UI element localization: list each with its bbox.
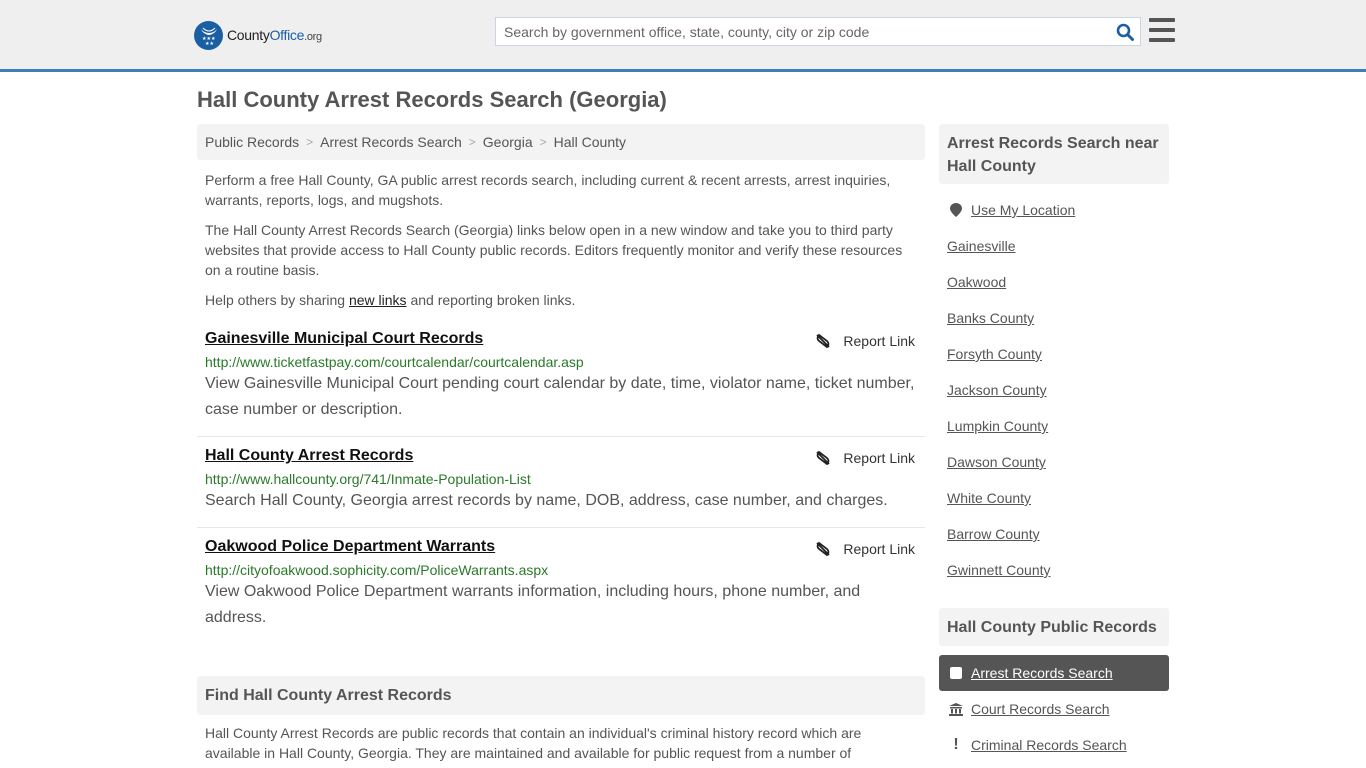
map-pin-icon (949, 203, 963, 217)
breadcrumb-georgia[interactable]: Georgia (483, 134, 533, 150)
nearby-link-white-county[interactable]: White County (947, 489, 1031, 507)
breadcrumb-separator: > (306, 135, 314, 149)
sidebar-item-label[interactable]: Arrest Records Search (971, 665, 1113, 681)
breadcrumb: Public Records > Arrest Records Search >… (197, 124, 925, 160)
result-title-link[interactable]: Gainesville Municipal Court Records (205, 330, 483, 348)
page-title: Hall County Arrest Records Search (Georg… (197, 87, 667, 112)
result-item: Gainesville Municipal Court Records Repo… (197, 330, 925, 437)
breadcrumb-public-records[interactable]: Public Records (205, 134, 299, 150)
report-link-button[interactable]: Report Link (815, 541, 915, 557)
breadcrumb-separator: > (539, 135, 547, 149)
report-link-button[interactable]: Report Link (815, 450, 915, 466)
result-description: Search Hall County, Georgia arrest recor… (205, 492, 888, 509)
search-icon (1116, 23, 1134, 41)
search-button[interactable] (1110, 18, 1140, 45)
menu-bar (1149, 28, 1175, 32)
result-item: Oakwood Police Department Warrants Repor… (197, 538, 925, 638)
nearby-heading: Arrest Records Search near Hall County (939, 124, 1169, 184)
search-bar (495, 17, 1141, 46)
use-my-location: Use My Location (939, 192, 1169, 228)
nearby-link-oakwood[interactable]: Oakwood (947, 273, 1006, 291)
exclamation-icon: ! (953, 736, 959, 753)
result-item: Hall County Arrest Records Report Link h… (197, 447, 925, 528)
nearby-link-jackson-county[interactable]: Jackson County (947, 381, 1047, 399)
sidebar-item-court-records-search[interactable]: Court Records Search (939, 691, 1169, 727)
sidebar-item-criminal-records-search[interactable]: ! Criminal Records Search (939, 727, 1169, 763)
menu-bar (1149, 38, 1175, 42)
new-links-link[interactable]: new links (349, 292, 407, 308)
disclaimer-paragraph: The Hall County Arrest Records Search (G… (205, 222, 903, 278)
result-url: http://cityofoakwood.sophicity.com/Polic… (205, 562, 549, 578)
sidebar-item-arrest-records-search[interactable]: Arrest Records Search (939, 655, 1169, 691)
find-records-heading: Find Hall County Arrest Records (197, 676, 925, 715)
svg-text:★★: ★★ (205, 41, 214, 46)
nearby-link-lumpkin-county[interactable]: Lumpkin County (947, 417, 1048, 435)
site-header: ★★★ ★★ CountyOffice.org (0, 0, 1366, 72)
nearby-link-gainesville[interactable]: Gainesville (947, 237, 1015, 255)
result-description: View Gainesville Municipal Court pending… (205, 375, 915, 418)
result-title-link[interactable]: Oakwood Police Department Warrants (205, 538, 495, 556)
broken-link-icon (816, 541, 831, 557)
report-link-button[interactable]: Report Link (815, 333, 915, 349)
public-records-heading: Hall County Public Records (939, 608, 1169, 646)
nearby-link-banks-county[interactable]: Banks County (947, 309, 1034, 327)
result-description: View Oakwood Police Department warrants … (205, 583, 861, 626)
nearby-link-forsyth-county[interactable]: Forsyth County (947, 345, 1042, 363)
breadcrumb-separator: > (468, 135, 476, 149)
breadcrumb-arrest-records-search[interactable]: Arrest Records Search (320, 134, 462, 150)
result-url: http://www.hallcounty.org/741/Inmate-Pop… (205, 471, 531, 487)
use-my-location-link[interactable]: Use My Location (971, 202, 1075, 218)
site-logo[interactable]: ★★★ ★★ CountyOffice.org (194, 20, 322, 50)
result-url: http://www.ticketfastpay.com/courtcalend… (205, 354, 584, 370)
hamburger-menu-button[interactable] (1149, 18, 1175, 42)
broken-link-icon (816, 450, 831, 466)
nearby-link-dawson-county[interactable]: Dawson County (947, 453, 1046, 471)
nearby-link-gwinnett-county[interactable]: Gwinnett County (947, 561, 1051, 579)
site-logo-text: CountyOffice.org (227, 27, 322, 43)
broken-link-icon (816, 333, 831, 349)
courthouse-icon (949, 702, 963, 716)
find-records-body: Hall County Arrest Records are public re… (205, 725, 862, 761)
eagle-logo-icon: ★★★ ★★ (194, 20, 223, 50)
result-title-link[interactable]: Hall County Arrest Records (205, 447, 413, 465)
intro-paragraph: Perform a free Hall County, GA public ar… (205, 172, 891, 208)
share-paragraph: Help others by sharing new links and rep… (205, 292, 576, 308)
square-icon (949, 667, 963, 679)
breadcrumb-hall-county[interactable]: Hall County (554, 134, 626, 150)
nearby-link-barrow-county[interactable]: Barrow County (947, 525, 1040, 543)
search-input[interactable] (496, 18, 1110, 45)
sidebar-item-label[interactable]: Criminal Records Search (971, 737, 1127, 753)
sidebar-item-label[interactable]: Court Records Search (971, 701, 1110, 717)
menu-bar (1149, 18, 1175, 22)
